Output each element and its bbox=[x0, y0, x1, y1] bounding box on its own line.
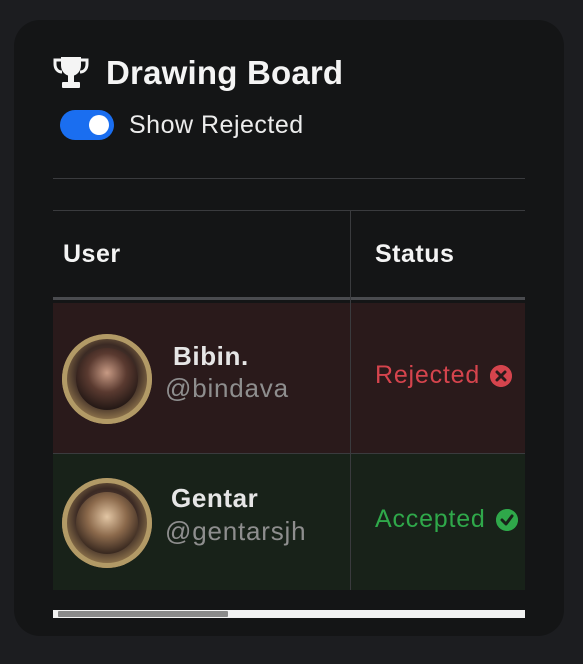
status-text: Accepted bbox=[375, 505, 486, 533]
users-table: User Status Bibin. @bindava Rejected Gen… bbox=[53, 210, 525, 598]
user-handle: @gentarsjh bbox=[165, 516, 307, 546]
table-row[interactable]: Gentar @gentarsjh Accepted bbox=[53, 454, 525, 590]
status-text: Rejected bbox=[375, 361, 481, 389]
status-cell: Rejected bbox=[375, 361, 513, 390]
avatar bbox=[62, 334, 152, 424]
user-name: Bibin. bbox=[173, 341, 249, 371]
column-header-status[interactable]: Status bbox=[375, 211, 454, 298]
column-header-user[interactable]: User bbox=[63, 211, 121, 298]
table-header: User Status bbox=[53, 210, 525, 300]
scrollbar-thumb[interactable] bbox=[58, 611, 228, 617]
column-separator bbox=[350, 210, 351, 590]
avatar-photo bbox=[76, 492, 138, 554]
table-row[interactable]: Bibin. @bindava Rejected bbox=[53, 303, 525, 454]
trophy-icon bbox=[53, 57, 89, 88]
show-rejected-row: Show Rejected bbox=[60, 110, 304, 140]
user-name: Gentar bbox=[171, 483, 259, 513]
section-divider bbox=[53, 178, 525, 179]
show-rejected-label: Show Rejected bbox=[129, 110, 304, 139]
card-header: Drawing Board bbox=[52, 54, 343, 92]
user-handle: @bindava bbox=[165, 373, 289, 403]
x-circle-icon bbox=[490, 364, 513, 387]
check-circle-icon bbox=[495, 508, 518, 531]
toggle-knob bbox=[89, 115, 109, 135]
avatar bbox=[62, 478, 152, 568]
avatar-photo bbox=[76, 348, 138, 410]
drawing-board-card: Drawing Board Show Rejected User Status … bbox=[14, 20, 564, 636]
page-title: Drawing Board bbox=[106, 54, 344, 91]
show-rejected-toggle[interactable] bbox=[60, 110, 114, 140]
horizontal-scrollbar[interactable] bbox=[53, 610, 525, 618]
status-cell: Accepted bbox=[375, 505, 518, 534]
